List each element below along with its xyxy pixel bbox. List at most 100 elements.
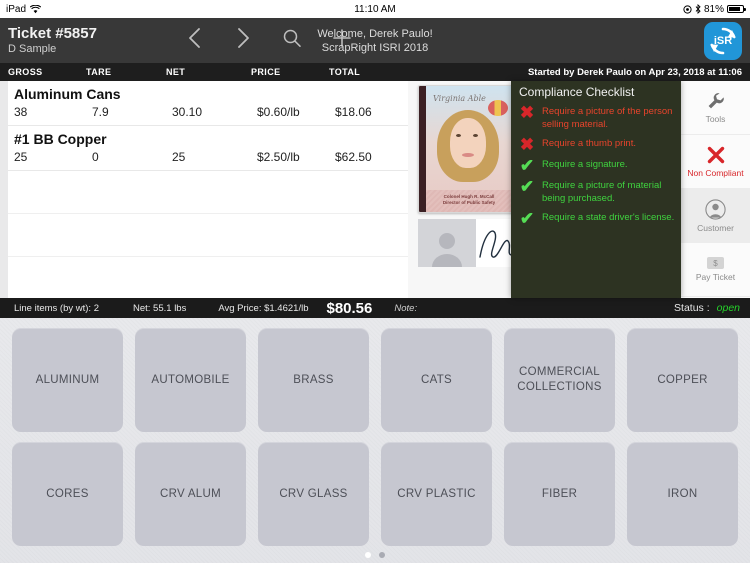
status-value: open — [716, 302, 740, 314]
page-title: Ticket #5857 — [8, 25, 97, 42]
category-tile-crv-glass[interactable]: CRV GLASS — [258, 442, 369, 546]
line-item-name: Aluminum Cans — [14, 86, 121, 102]
chevron-left-icon[interactable] — [186, 26, 204, 55]
cell-net: 25 — [172, 150, 186, 164]
compliance-checklist-panel: Compliance Checklist ✖ Require a picture… — [511, 81, 681, 298]
status-bar-left: iPad — [6, 4, 42, 15]
material-category-grid: ALUMINUM AUTOMOBILE BRASS CATS COMMERCIA… — [12, 328, 738, 546]
non-compliant-button[interactable]: Non Compliant — [681, 135, 750, 189]
empty-row — [8, 171, 408, 214]
compliance-item-label: Require a picture of the person selling … — [542, 106, 673, 130]
document-area: Virginia Able Colonel Hugh R. McCall Dir… — [408, 81, 750, 298]
tools-label: Tools — [705, 114, 726, 124]
green-check-icon: ✔ — [519, 156, 535, 175]
wrench-icon — [708, 93, 724, 109]
compliance-title: Compliance Checklist — [519, 85, 635, 99]
compliance-item[interactable]: ✖ Require a thumb print. — [517, 135, 675, 154]
pay-ticket-label: Pay Ticket — [695, 272, 736, 282]
customer-button[interactable]: Customer — [681, 189, 750, 243]
isr-logo[interactable]: iSR — [704, 21, 742, 60]
cell-total: $18.06 — [335, 105, 372, 119]
ticket-and-documents-section: GROSS TARE NET PRICE TOTAL Aluminum Cans… — [0, 63, 750, 298]
status-bar-right: 81% — [683, 3, 746, 15]
red-x-icon — [707, 146, 724, 164]
cell-gross: 25 — [14, 150, 28, 164]
table-body: Aluminum Cans 38 7.9 30.10 $0.60/lb $18.… — [8, 81, 408, 298]
license-signature-text: Virginia Able — [433, 94, 486, 103]
line-items-count: Line items (by wt): 2 — [14, 302, 99, 314]
license-portrait — [435, 108, 501, 184]
red-x-icon: ✖ — [519, 135, 535, 154]
column-header-net: NET — [166, 67, 186, 77]
cell-net: 30.10 — [172, 105, 203, 119]
app-header: Ticket #5857 D Sample Welcome, Derek Pau… — [0, 18, 750, 63]
table-header-row: GROSS TARE NET PRICE TOTAL — [0, 63, 408, 81]
scrapright-ticket-screen: iPad 11:10 AM 81% Ticket #5857 D Sample — [0, 0, 750, 563]
category-tile-crv-alum[interactable]: CRV ALUM — [135, 442, 246, 546]
ticket-identity[interactable]: Ticket #5857 D Sample — [8, 25, 178, 56]
license-caption: Colonel Hugh R. McCall Director of Publi… — [442, 194, 496, 205]
person-icon — [705, 198, 726, 220]
category-tile-aluminum[interactable]: ALUMINUM — [12, 328, 123, 432]
cell-total: $62.50 — [335, 150, 372, 164]
battery-icon — [727, 5, 746, 13]
category-tile-commercial-collections[interactable]: COMMERCIAL COLLECTIONS — [504, 328, 615, 432]
header-nav-icons — [186, 26, 352, 55]
line-item-values: 38 7.9 30.10 $0.60/lb $18.06 — [8, 105, 408, 119]
cell-price: $2.50/lb — [257, 150, 300, 164]
red-x-icon: ✖ — [519, 103, 535, 122]
category-tile-fiber[interactable]: FIBER — [504, 442, 615, 546]
category-tile-automobile[interactable]: AUTOMOBILE — [135, 328, 246, 432]
page-indicator[interactable] — [12, 546, 738, 563]
ticket-customer-name: D Sample — [8, 43, 57, 55]
material-category-grid-wrap: ALUMINUM AUTOMOBILE BRASS CATS COMMERCIA… — [0, 318, 750, 563]
cell-price: $0.60/lb — [257, 105, 300, 119]
line-item-name: #1 BB Copper — [14, 131, 107, 147]
ios-status-bar: iPad 11:10 AM 81% — [0, 0, 750, 18]
status-bar-clock: 11:10 AM — [354, 3, 396, 15]
compliance-item[interactable]: ✔ Require a picture of material being pu… — [517, 178, 675, 205]
tools-button[interactable]: Tools — [681, 81, 750, 135]
column-header-price: PRICE — [251, 67, 281, 77]
compliance-item-label: Require a thumb print. — [542, 138, 636, 149]
category-tile-cores[interactable]: CORES — [12, 442, 123, 546]
non-compliant-label: Non Compliant — [687, 168, 744, 178]
category-tile-copper[interactable]: COPPER — [627, 328, 738, 432]
net-weight: Net: 55.1 lbs — [133, 302, 187, 314]
action-sidebar: Tools Non Compliant Customer $ Pay Ticke… — [680, 81, 750, 298]
compliance-item[interactable]: ✔ Require a state driver's license. — [517, 210, 675, 227]
category-tile-iron[interactable]: IRON — [627, 442, 738, 546]
page-dot-active[interactable] — [365, 552, 371, 558]
battery-percent-label: 81% — [703, 3, 724, 15]
status-badge: Status : open — [674, 302, 750, 314]
search-icon[interactable] — [282, 28, 302, 53]
license-spine — [419, 86, 426, 212]
plus-icon[interactable] — [332, 28, 352, 53]
compliance-item-label: Require a signature. — [542, 159, 628, 170]
grand-total: $80.56 — [326, 299, 373, 317]
bluetooth-icon — [695, 4, 701, 14]
customer-label: Customer — [697, 222, 734, 233]
pay-ticket-button[interactable]: $ Pay Ticket — [681, 243, 750, 297]
page-dot[interactable] — [379, 552, 385, 558]
column-header-gross: GROSS — [8, 67, 43, 77]
ticket-line-items-pane: GROSS TARE NET PRICE TOTAL Aluminum Cans… — [0, 63, 408, 298]
ticket-totals-bar: Line items (by wt): 2 Net: 55.1 lbs Avg … — [0, 298, 750, 318]
cell-tare: 7.9 — [92, 105, 109, 119]
column-header-total: TOTAL — [329, 67, 361, 77]
dollar-icon: $ — [707, 257, 724, 269]
category-tile-cats[interactable]: CATS — [381, 328, 492, 432]
category-tile-crv-plastic[interactable]: CRV PLASTIC — [381, 442, 492, 546]
table-row[interactable]: #1 BB Copper 25 0 25 $2.50/lb $62.50 — [8, 126, 408, 171]
compliance-item[interactable]: ✖ Require a picture of the person sellin… — [517, 103, 675, 131]
drivers-license-image[interactable]: Virginia Able Colonel Hugh R. McCall Dir… — [418, 85, 514, 213]
wifi-icon — [30, 4, 42, 13]
documents-pane: Started by Derek Paulo on Apr 23, 2018 a… — [408, 63, 750, 298]
table-row[interactable]: Aluminum Cans 38 7.9 30.10 $0.60/lb $18.… — [8, 81, 408, 126]
note-field[interactable]: Note: — [372, 303, 417, 314]
person-placeholder-icon[interactable] — [418, 219, 476, 267]
started-by-bar: Started by Derek Paulo on Apr 23, 2018 a… — [408, 63, 750, 81]
compliance-item[interactable]: ✔ Require a signature. — [517, 156, 675, 175]
chevron-right-icon[interactable] — [234, 26, 252, 55]
category-tile-brass[interactable]: BRASS — [258, 328, 369, 432]
